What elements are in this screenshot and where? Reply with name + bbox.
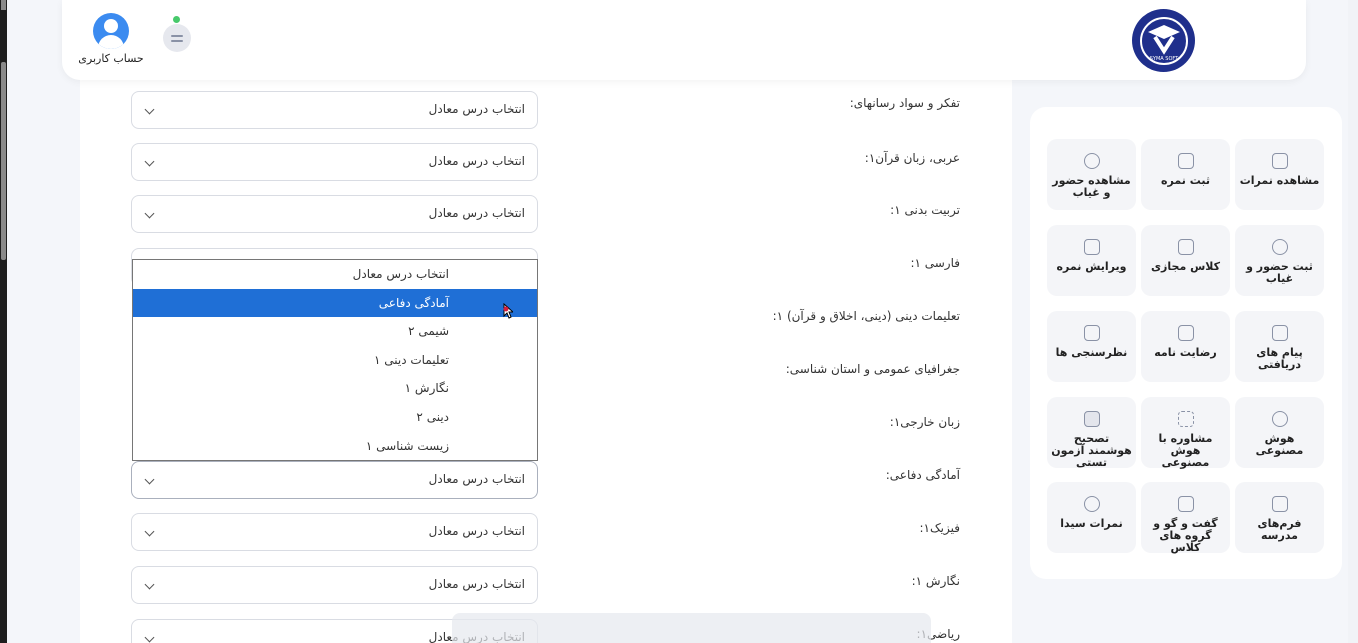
menu-tile-virtual-class[interactable]: کلاس مجازی <box>1141 225 1230 296</box>
folder-icon <box>1271 496 1288 512</box>
avatar-icon[interactable] <box>93 13 129 49</box>
menu-tile-school-forms[interactable]: فرم‌های مدرسه <box>1235 482 1324 553</box>
row-label: تفکر و سواد رسانهای: <box>849 96 960 110</box>
chevron-down-icon <box>144 208 155 219</box>
dropdown-option[interactable]: زیست شناسی ۱ <box>133 432 537 461</box>
menu-tile-ai[interactable]: هوش مصنوعی <box>1235 397 1324 468</box>
row-label: تربیت بدنی ۱: <box>890 203 960 217</box>
menu-tile-ai-consult[interactable]: مشاوره با هوش مصنوعی <box>1141 397 1230 469</box>
window-right-edge <box>1348 0 1358 643</box>
equivalent-course-select[interactable]: انتخاب درس معادل <box>131 143 538 181</box>
row-label: عربی، زبان قرآن۱: <box>864 151 960 165</box>
ai-icon <box>1271 411 1288 427</box>
form-row-physics: فیزیک۱: انتخاب درس معادل <box>0 513 1012 553</box>
online-dot <box>173 16 180 23</box>
ai-consult-icon <box>1177 411 1194 427</box>
dropdown-option[interactable]: تعلیمات دینی ۱ <box>133 346 537 375</box>
form-row-physical-education: تربیت بدنی ۱: انتخاب درس معادل <box>0 195 1012 235</box>
row-label: جغرافیای عمومی و استان شناسی: <box>785 362 960 376</box>
menu-tile-record-attendance[interactable]: ثبت حضور و غیاب <box>1235 225 1324 296</box>
dropdown-option[interactable]: دینی ۲ <box>133 403 537 432</box>
form-row-writing: نگارش ۱: انتخاب درس معادل <box>0 566 1012 606</box>
test-correction-icon <box>1083 411 1100 427</box>
chevron-down-icon <box>144 474 155 485</box>
form-row-arabic: عربی، زبان قرآن۱: انتخاب درس معادل <box>0 143 1012 183</box>
equivalent-course-select[interactable]: انتخاب درس معادل <box>131 513 538 551</box>
row-label: فارسی ۱: <box>910 256 960 270</box>
menu-tile-view-attendance[interactable]: مشاهده حضور و غیاب <box>1047 139 1136 210</box>
scrollbar-top <box>1 0 6 10</box>
menu-tile-consent-form[interactable]: رضایت نامه <box>1141 311 1230 382</box>
sync-icon <box>1083 496 1100 512</box>
equivalent-course-select[interactable]: انتخاب درس معادل <box>131 91 538 129</box>
video-class-icon <box>1177 239 1194 255</box>
chevron-down-icon <box>144 579 155 590</box>
menu-tile-view-grades[interactable]: مشاهده نمرات <box>1235 139 1324 210</box>
row-label: نگارش ۱: <box>911 574 960 588</box>
chevron-down-icon <box>144 156 155 167</box>
edit-grade-icon <box>1083 239 1100 255</box>
chevron-down-icon <box>144 632 155 643</box>
form-row-media-literacy: تفکر و سواد رسانهای: انتخاب درس معادل <box>0 88 1012 129</box>
row-label: تعلیمات دینی (دینی، اخلاق و قرآن) ۱: <box>772 309 960 323</box>
menu-tile-smart-test-correction[interactable]: تصحیح هوشمند آزمون تستی <box>1047 397 1136 469</box>
user-check-icon <box>1083 153 1100 169</box>
course-dropdown-list[interactable]: انتخاب درس معادل آمادگی دفاعی شیمی ۲ تعل… <box>132 259 538 461</box>
side-menu: مشاهده نمرات ثبت نمره مشاهده حضور و غیاب… <box>1030 107 1342 579</box>
menu-tile-edit-grade[interactable]: ویرایش نمره <box>1047 225 1136 296</box>
user-account[interactable]: حساب کاربری <box>78 13 144 65</box>
chevron-down-icon <box>144 104 155 115</box>
top-header: حساب کاربری SYMA SOFT <box>62 0 1306 80</box>
menu-tile-register-grade[interactable]: ثبت نمره <box>1141 139 1230 210</box>
menu-tile-surveys[interactable]: نظرسنجی ها <box>1047 311 1136 382</box>
row-label: فیزیک۱: <box>919 521 960 535</box>
equivalent-course-select[interactable]: انتخاب درس معادل <box>131 461 538 499</box>
row-label: آمادگی دفاعی: <box>885 468 960 482</box>
syma-soft-logo[interactable]: SYMA SOFT <box>1132 9 1195 72</box>
menu-tile-class-chat[interactable]: گفت و گو و گروه های کلاس <box>1141 482 1230 554</box>
mouse-cursor-icon <box>503 303 513 319</box>
message-icon <box>1271 325 1288 341</box>
chevron-down-icon <box>144 526 155 537</box>
form-row-defense-readiness: آمادگی دفاعی: انتخاب درس معادل <box>0 460 1012 500</box>
dropdown-option[interactable]: نگارش ۱ <box>133 374 537 403</box>
consent-icon <box>1177 325 1194 341</box>
media-player-overlay[interactable] <box>452 613 931 643</box>
survey-icon <box>1083 325 1100 341</box>
dropdown-option-highlighted[interactable]: آمادگی دفاعی <box>133 288 537 318</box>
user-account-label: حساب کاربری <box>78 52 144 65</box>
user-check-icon <box>1271 239 1288 255</box>
dropdown-option[interactable]: انتخاب درس معادل <box>133 260 537 289</box>
menu-tile-received-messages[interactable]: پیام های دریافتی <box>1235 311 1324 382</box>
equivalent-course-select[interactable]: انتخاب درس معادل <box>131 195 538 233</box>
menu-tile-sida-grades[interactable]: نمرات سیدا <box>1047 482 1136 553</box>
chat-icon <box>1177 496 1194 512</box>
dropdown-option[interactable]: شیمی ۲ <box>133 317 537 346</box>
notification-icon[interactable] <box>163 16 191 52</box>
row-label: زبان خارجی۱: <box>889 415 960 429</box>
badge-icon <box>1271 153 1288 169</box>
svg-text:SYMA SOFT: SYMA SOFT <box>1149 56 1178 62</box>
grade-icon <box>1177 153 1194 169</box>
equivalent-course-select[interactable]: انتخاب درس معادل <box>131 566 538 604</box>
